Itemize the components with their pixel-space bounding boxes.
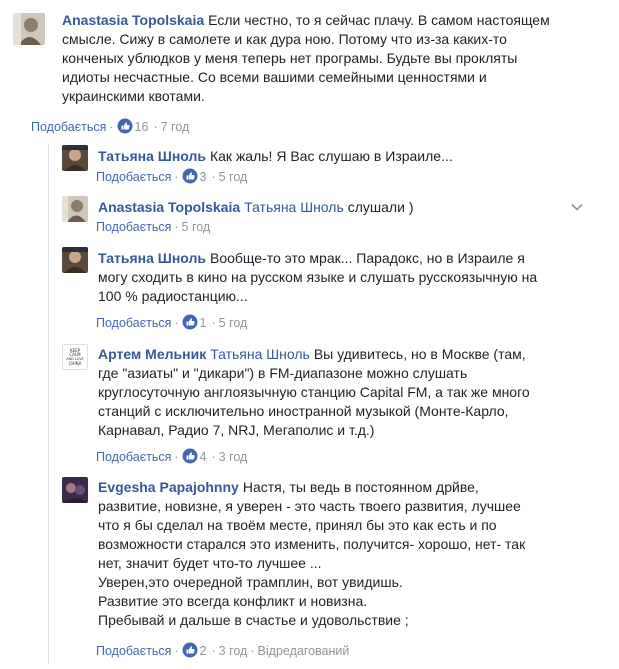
comment-line: Как жаль! Я Вас слушаю в Израиле... [209, 148, 453, 164]
mention-link[interactable]: Татьяна Шноль [210, 346, 310, 362]
like-reaction-icon[interactable] [182, 168, 198, 184]
reaction-count: 3 [199, 170, 207, 184]
like-button[interactable]: Подобається [96, 450, 171, 464]
comment-line: Развитие это всегда конфликт и новизна. [98, 593, 368, 609]
like-reaction-icon[interactable] [182, 314, 198, 330]
avatar[interactable] [13, 13, 45, 45]
comment-line: станций с исключительно иностранной музы… [98, 403, 509, 419]
avatar-photo-icon [62, 145, 88, 171]
avatar-photo-icon [62, 247, 88, 273]
comment-author[interactable]: Anastasia Topolskaia [98, 199, 240, 215]
mention-link[interactable]: Татьяна Шноль [244, 199, 344, 215]
comment-line: идиоты несчастные. Со всеми вашими семей… [62, 69, 487, 85]
reply-tatiana-1: Татьяна Шноль Как жаль! Я Вас слушаю в Из… [62, 145, 612, 187]
comment-line: Настя, ты ведь в постоянном дрйве, [242, 479, 479, 495]
comment-line: развитие, новизне, я уверен - это часть … [98, 498, 521, 514]
reaction-count: 4 [199, 450, 207, 464]
comment-line: Карнавал, Радио 7, NRJ, Мегаполис и т.д.… [98, 422, 375, 438]
reaction-count: 2 [199, 644, 207, 658]
reply-tatiana-2: Татьяна Шноль Вообще-то это мрак... Парад… [62, 247, 612, 333]
avatar[interactable] [62, 477, 88, 503]
comment-author[interactable]: Татьяна Шноль [98, 148, 206, 164]
comment-line: что я бы сделал на твоём месте, принял б… [98, 517, 497, 533]
avatar[interactable] [62, 247, 88, 273]
avatar-photo-icon [62, 477, 88, 503]
edited-label[interactable]: Відредагований [258, 644, 350, 658]
avatar[interactable] [62, 196, 88, 222]
comment-line: Уверен,это очередной трамплин, вот увиди… [98, 574, 403, 590]
reply-evgesha: Evgesha Papajohnny Настя, ты ведь в посто… [62, 477, 612, 663]
chevron-down-icon[interactable] [570, 200, 584, 214]
comment-line: Если честно, то я сейчас плачу. В самом … [208, 12, 550, 28]
comment-line: Вы удивитесь, но в Москве (там, [313, 346, 526, 362]
like-button[interactable]: Подобається [96, 170, 171, 184]
comment-line: возможности старался это изменить, получ… [98, 536, 526, 552]
comment-line: Вообще-то это мрак... Парадокс, но в Изр… [209, 250, 525, 266]
comment-line: украинскими квотами. [62, 88, 205, 104]
comment-author[interactable]: Anastasia Topolskaia [62, 12, 204, 28]
comment-anastasia-1: Anastasia Topolskaia Если честно, то я се… [13, 11, 613, 141]
like-reaction-icon[interactable] [117, 118, 133, 134]
reaction-count: 1 [199, 316, 207, 330]
timestamp[interactable]: 5 год [182, 220, 211, 234]
comment-line: слушали ) [347, 199, 414, 215]
reply-thread-line [48, 144, 49, 664]
comment-line: 100 % радиостанцию... [98, 288, 248, 304]
reply-anastasia-2: Anastasia Topolskaia Татьяна Шноль слушали… [62, 196, 612, 238]
svg-text:CHINA: CHINA [69, 361, 82, 366]
timestamp[interactable]: 3 год [219, 644, 248, 658]
keep-calm-avatar-icon: KEEP CALM AND LOVE CHINA [63, 345, 87, 369]
like-reaction-icon[interactable] [182, 642, 198, 658]
comment-line: Пребывай и дальше в счастье и удовольств… [98, 612, 409, 628]
avatar[interactable]: KEEP CALM AND LOVE CHINA [62, 344, 88, 370]
comment-line: где "азиаты" и "дикари") в FM-диапазоне … [98, 365, 468, 381]
timestamp[interactable]: 3 год [219, 450, 248, 464]
like-button[interactable]: Подобається [96, 644, 171, 658]
like-button[interactable]: Подобається [31, 120, 106, 134]
reaction-count: 16 [134, 120, 149, 134]
comment-author[interactable]: Evgesha Papajohnny [98, 479, 239, 495]
like-button[interactable]: Подобається [96, 220, 171, 234]
comment-line: конченых ублюдков у меня теперь нет прог… [62, 50, 518, 66]
comment-line: смысле. Сижу в самолете и как дура ною. … [62, 31, 507, 47]
like-button[interactable]: Подобається [96, 316, 171, 330]
avatar-photo-icon [13, 13, 45, 45]
timestamp[interactable]: 5 год [219, 170, 248, 184]
avatar[interactable] [62, 145, 88, 171]
avatar-photo-icon [62, 196, 88, 222]
comment-line: круглосуточную англоязычную станцию Capi… [98, 384, 530, 400]
like-reaction-icon[interactable] [182, 448, 198, 464]
timestamp[interactable]: 5 год [219, 316, 248, 330]
timestamp[interactable]: 7 год [161, 120, 190, 134]
comment-line: нет, значит будет что-то лучшее ... [98, 555, 322, 571]
comment-line: могу сходить в кино на русском языке и с… [98, 269, 538, 285]
reply-artem: KEEP CALM AND LOVE CHINA Артем Мельник Та… [62, 344, 612, 467]
comment-author[interactable]: Татьяна Шноль [98, 250, 206, 266]
comment-author[interactable]: Артем Мельник [98, 346, 206, 362]
